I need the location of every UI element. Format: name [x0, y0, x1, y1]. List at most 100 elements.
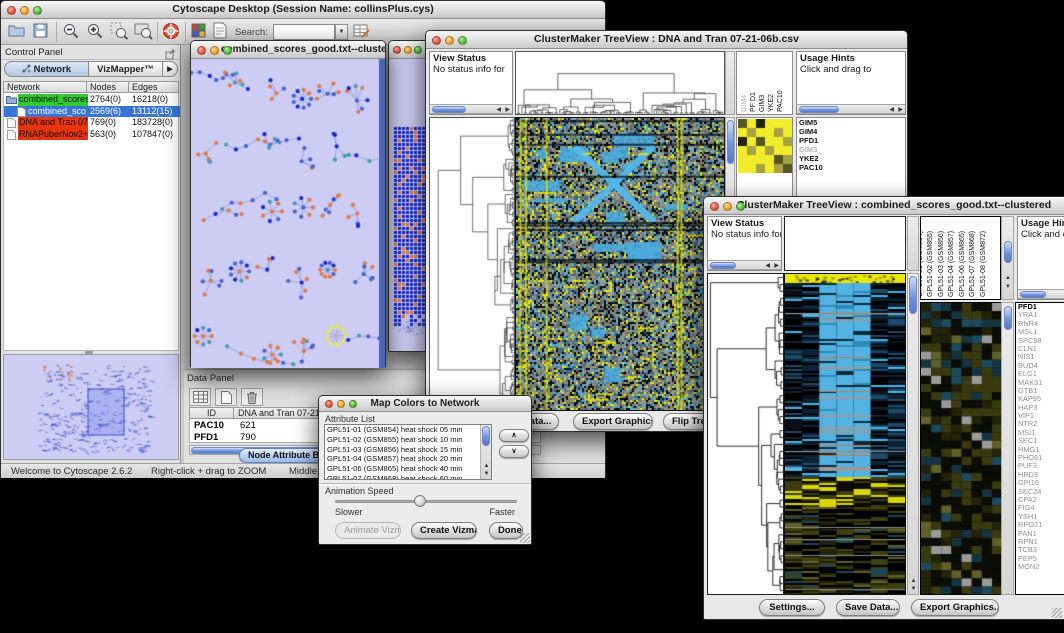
- heatmap-canvas[interactable]: [785, 274, 905, 594]
- zoom-window-icon[interactable]: [223, 46, 232, 55]
- heatmap-canvas[interactable]: [516, 118, 724, 410]
- column-header-edges[interactable]: Edges: [128, 81, 179, 93]
- main-titlebar[interactable]: Cytoscape Desktop (Session Name: collins…: [1, 1, 605, 19]
- tab-overflow-button[interactable]: ▶: [163, 61, 178, 77]
- animation-speed-slider-track[interactable]: [335, 500, 517, 503]
- row-dendrogram-canvas[interactable]: [708, 274, 783, 594]
- move-up-button[interactable]: ∧: [499, 429, 529, 442]
- attribute-list-item[interactable]: GPL51-02 (GSM855) heat shock 10 min: [325, 435, 491, 445]
- column-dendrogram-pane[interactable]: [515, 51, 725, 115]
- done-button[interactable]: Done: [489, 522, 523, 539]
- close-icon[interactable]: [7, 6, 16, 15]
- create-vizmap-button[interactable]: Create Vizmap: [411, 522, 477, 539]
- data-cell-value[interactable]: 621: [240, 420, 256, 431]
- attribute-list-item[interactable]: GPL51-01 (GSM854) heat shock 05 min: [325, 425, 491, 435]
- data-column-id[interactable]: ID: [189, 407, 234, 419]
- row-dendrogram-pane[interactable]: [429, 117, 515, 411]
- network-canvas[interactable]: [191, 59, 385, 368]
- minimize-icon[interactable]: [723, 202, 732, 211]
- scroll-right-icon[interactable]: ▶: [774, 263, 779, 270]
- zoom-heatmap-canvas[interactable]: [921, 303, 1002, 594]
- open-session-icon[interactable]: [8, 23, 25, 43]
- save-data-button[interactable]: Save Data...: [836, 599, 900, 616]
- birdseye-view[interactable]: [3, 354, 179, 460]
- data-cell-id[interactable]: PAC10: [194, 420, 224, 431]
- settings-button[interactable]: Settings...: [759, 599, 825, 616]
- zoom-window-icon[interactable]: [414, 46, 422, 54]
- treeview1-titlebar[interactable]: ClusterMaker TreeView : DNA and Tran 07-…: [426, 31, 907, 49]
- scroll-down-icon[interactable]: ▼: [484, 471, 490, 478]
- zoom-window-icon[interactable]: [33, 6, 42, 15]
- scroll-up-icon[interactable]: ▲: [484, 463, 490, 470]
- help-lifesaver-icon[interactable]: [162, 22, 180, 45]
- close-icon[interactable]: [393, 46, 401, 54]
- minimize-icon[interactable]: [20, 6, 29, 15]
- network-row[interactable]: combined_scores 2764(0) 16218(0): [4, 94, 180, 106]
- zoom-selected-icon[interactable]: [110, 22, 129, 45]
- tab-network[interactable]: Network: [4, 61, 89, 77]
- listbox-vscrollbar[interactable]: ▲ ▼: [480, 425, 491, 479]
- attribute-list-item[interactable]: GPL51-06 (GSM865) heat shock 40 min: [325, 464, 491, 474]
- scroll-up-icon[interactable]: ▲: [1005, 275, 1011, 282]
- table-mode-icon[interactable]: [189, 388, 211, 406]
- new-attribute-icon[interactable]: [215, 388, 237, 406]
- scrollbar-thumb[interactable]: [727, 120, 734, 164]
- minimize-icon[interactable]: [210, 46, 219, 55]
- column-header-network[interactable]: Network: [3, 81, 87, 93]
- minimize-icon[interactable]: [445, 36, 454, 45]
- close-icon[interactable]: [432, 36, 441, 45]
- scrollbar-thumb[interactable]: [482, 426, 490, 446]
- minimize-icon[interactable]: [404, 46, 412, 54]
- attribute-listbox[interactable]: GPL51-01 (GSM854) heat shock 05 minGPL51…: [324, 424, 492, 480]
- network2-canvas[interactable]: [389, 59, 429, 351]
- treeview2-top-scroll-strip[interactable]: [907, 216, 919, 271]
- zoom-in-icon[interactable]: [86, 22, 104, 45]
- scroll-down-icon[interactable]: ▼: [1005, 284, 1011, 291]
- network-titlebar[interactable]: combined_scores_good.txt--cluste...: [191, 41, 385, 59]
- column-dendrogram-canvas[interactable]: [516, 52, 724, 114]
- scroll-left-icon[interactable]: ◀: [765, 263, 770, 270]
- zoom-window-icon[interactable]: [736, 202, 745, 211]
- attribute-list-item[interactable]: GPL51-04 (GSM857) heat shock 20 min: [325, 454, 491, 464]
- close-icon[interactable]: [325, 400, 333, 408]
- network-row[interactable]: RNAPuberNov2+ 563(0) 107847(0): [4, 129, 180, 141]
- zoom-vscrollbar[interactable]: [1001, 302, 1014, 595]
- scroll-down-icon[interactable]: ▼: [911, 586, 917, 593]
- scrollbar-thumb[interactable]: [432, 106, 466, 113]
- zoom-window-icon[interactable]: [458, 36, 467, 45]
- scroll-right-icon[interactable]: ▶: [898, 107, 903, 114]
- network2-titlebar[interactable]: [389, 41, 429, 59]
- resize-grip[interactable]: [520, 533, 530, 543]
- close-icon[interactable]: [197, 46, 206, 55]
- scroll-left-icon[interactable]: ◀: [889, 107, 894, 114]
- move-down-button[interactable]: ∨: [499, 445, 529, 458]
- tab-vizmapper[interactable]: VizMapper™: [89, 61, 163, 77]
- zoom-out-icon[interactable]: [62, 22, 80, 45]
- heatmap-global-pane[interactable]: [784, 273, 906, 595]
- labels-vscrollbar[interactable]: ▲ ▼: [1001, 216, 1014, 300]
- minimize-icon[interactable]: [337, 400, 345, 408]
- network-row-selected[interactable]: combined_sco 2569(6) 13112(15): [4, 106, 180, 118]
- zoom-window-icon[interactable]: [349, 400, 357, 408]
- zoom-heatmap-canvas[interactable]: [738, 119, 792, 173]
- view-status-hscrollbar[interactable]: ◀ ▶: [430, 104, 512, 114]
- zoom-heatmap-pane[interactable]: [920, 302, 1003, 595]
- save-session-icon[interactable]: [33, 23, 48, 43]
- export-graphics-button[interactable]: Export Graphics...: [573, 413, 653, 430]
- attribute-list-item[interactable]: GPL51-03 (GSM856) heat shock 15 min: [325, 445, 491, 455]
- gene-label[interactable]: MON2: [1016, 563, 1064, 571]
- scroll-left-icon[interactable]: ◀: [496, 107, 501, 114]
- usage-hints-hscrollbar[interactable]: ◀ ▶: [797, 104, 905, 114]
- scrollbar-thumb[interactable]: [799, 106, 839, 113]
- close-icon[interactable]: [710, 202, 719, 211]
- scroll-right-icon[interactable]: ▶: [505, 107, 510, 114]
- scrollbar-thumb[interactable]: [710, 262, 736, 269]
- treeview2-titlebar[interactable]: ClusterMaker TreeView : combined_scores_…: [704, 197, 1064, 215]
- treeview2-vscrollbar[interactable]: ▲ ▼: [907, 273, 919, 595]
- resize-grip[interactable]: [1052, 608, 1062, 618]
- scroll-up-icon[interactable]: ▲: [911, 578, 917, 585]
- network-row[interactable]: DNA and Tran 07 769(0) 183728(0): [4, 117, 180, 129]
- search-input[interactable]: [273, 24, 335, 40]
- zoom-fit-icon[interactable]: [134, 22, 153, 45]
- attribute-list-item[interactable]: GPL51-07 (GSM868) heat shock 60 min: [325, 474, 491, 480]
